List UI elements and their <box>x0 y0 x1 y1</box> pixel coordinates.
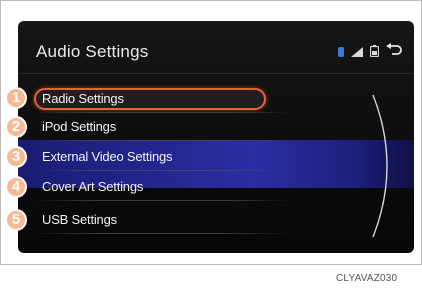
manual-illustration: Audio Settings Radio Settings iPod Setti… <box>0 0 422 291</box>
menu-item-external-video-settings[interactable]: External Video Settings <box>18 145 414 171</box>
callout-number: 1 <box>5 87 27 109</box>
signal-strength-icon <box>351 44 363 62</box>
row-divider <box>32 170 292 171</box>
header-divider <box>18 73 414 74</box>
row-divider <box>32 112 292 113</box>
status-bar <box>338 43 402 62</box>
audio-settings-screen: Audio Settings Radio Settings iPod Setti… <box>18 21 414 253</box>
callout-number: 2 <box>5 116 27 138</box>
figure-code: CLYAVAZ030 <box>336 273 398 284</box>
menu-item-label: Cover Art Settings <box>42 179 144 194</box>
back-icon[interactable] <box>386 43 402 62</box>
menu-item-usb-settings[interactable]: USB Settings <box>18 208 414 234</box>
menu-item-radio-settings[interactable]: Radio Settings <box>18 87 414 113</box>
row-divider <box>32 233 292 234</box>
phone-battery-icon <box>369 44 380 62</box>
menu-item-cover-art-settings[interactable]: Cover Art Settings <box>18 175 414 201</box>
menu-item-label: USB Settings <box>42 212 117 227</box>
callout-number: 5 <box>5 209 27 231</box>
menu-item-label: iPod Settings <box>42 119 117 134</box>
menu-item-ipod-settings[interactable]: iPod Settings <box>18 115 414 141</box>
row-divider <box>32 140 292 141</box>
callout-number: 4 <box>5 176 27 198</box>
scroll-indicator[interactable] <box>367 91 407 241</box>
bluetooth-icon <box>338 44 344 62</box>
menu-item-label: Radio Settings <box>42 91 124 106</box>
page-title: Audio Settings <box>36 42 149 61</box>
callout-number: 3 <box>5 146 27 168</box>
row-divider <box>32 200 292 201</box>
menu-item-label: External Video Settings <box>42 149 173 164</box>
